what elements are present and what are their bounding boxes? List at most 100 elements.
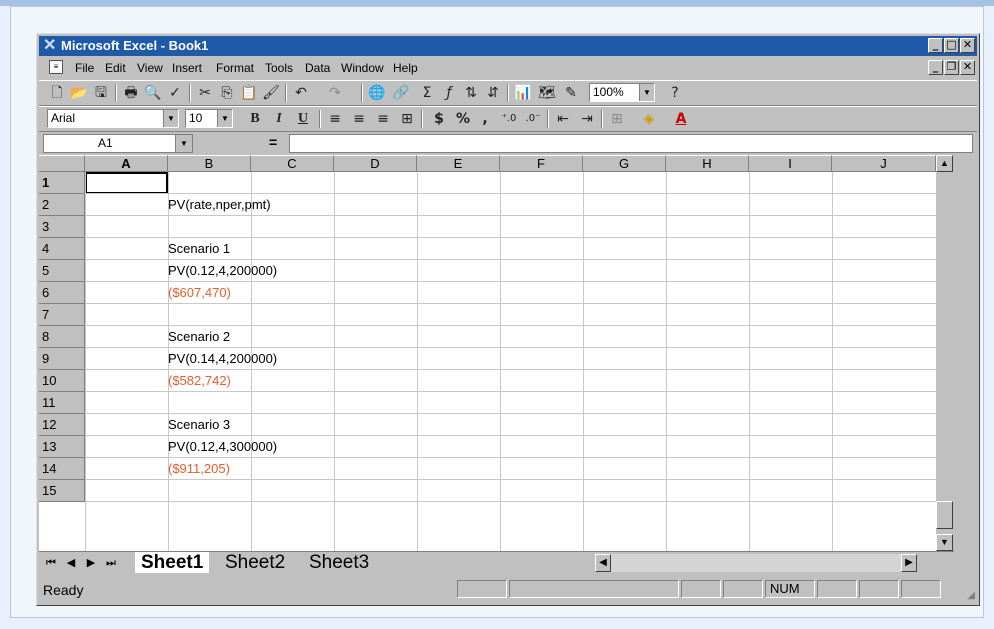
- row-header-13[interactable]: 13: [39, 436, 85, 458]
- last-sheet-icon[interactable]: ⏭: [103, 555, 119, 571]
- column-header-d[interactable]: D: [334, 155, 417, 172]
- tab-sheet1[interactable]: Sheet1: [135, 552, 210, 573]
- open-icon[interactable]: 📂: [69, 83, 89, 103]
- column-header-g[interactable]: G: [583, 155, 666, 172]
- horizontal-scroll-track[interactable]: [611, 554, 901, 572]
- currency-button[interactable]: $: [429, 109, 449, 129]
- menu-edit[interactable]: Edit: [105, 61, 126, 75]
- spreadsheet-grid[interactable]: A B C D E F G H I J 1 2 3 4 5 6 7 8 9 10 11 12 13 14 1…: [39, 155, 936, 551]
- previous-sheet-icon[interactable]: ◀: [63, 555, 79, 571]
- column-header-e[interactable]: E: [417, 155, 500, 172]
- print-icon[interactable]: 🖶: [121, 83, 141, 103]
- decrease-indent-icon[interactable]: ⇤: [553, 109, 573, 129]
- menu-window[interactable]: Window: [341, 61, 384, 75]
- paste-icon[interactable]: 📋: [239, 83, 259, 103]
- row-header-11[interactable]: 11: [39, 392, 85, 414]
- web-toolbar-icon[interactable]: 🌐: [367, 83, 387, 103]
- font-size-select[interactable]: 10 ▼: [185, 109, 233, 128]
- column-header-b[interactable]: B: [168, 155, 251, 172]
- vertical-scrollbar[interactable]: ▲ ▼: [936, 155, 953, 551]
- sort-descending-icon[interactable]: ⇵: [483, 83, 503, 103]
- text-cell[interactable]: PV(0.12,4,200000): [168, 260, 277, 282]
- row-header-12[interactable]: 12: [39, 414, 85, 436]
- text-cell[interactable]: Scenario 1: [168, 238, 230, 260]
- menu-data[interactable]: Data: [305, 61, 330, 75]
- zoom-select[interactable]: 100% ▼: [589, 83, 655, 102]
- column-header-c[interactable]: C: [251, 155, 334, 172]
- row-header-7[interactable]: 7: [39, 304, 85, 326]
- row-header-9[interactable]: 9: [39, 348, 85, 370]
- office-assistant-icon[interactable]: ?: [665, 83, 685, 103]
- tab-sheet3[interactable]: Sheet3: [309, 552, 369, 573]
- row-header-2[interactable]: 2: [39, 194, 85, 216]
- new-icon[interactable]: 🗋: [47, 83, 67, 103]
- increase-indent-icon[interactable]: ⇥: [577, 109, 597, 129]
- close-button[interactable]: ✕: [960, 38, 975, 53]
- menu-view[interactable]: View: [137, 61, 163, 75]
- row-header-4[interactable]: 4: [39, 238, 85, 260]
- percent-button[interactable]: %: [453, 109, 473, 129]
- column-header-i[interactable]: I: [749, 155, 832, 172]
- comma-button[interactable]: ,: [475, 109, 495, 129]
- chart-wizard-icon[interactable]: 📊: [513, 83, 533, 103]
- print-preview-icon[interactable]: 🔍: [143, 83, 163, 103]
- italic-button[interactable]: I: [269, 109, 289, 129]
- cut-icon[interactable]: ✂: [195, 83, 215, 103]
- font-color-icon[interactable]: A: [671, 109, 691, 129]
- drawing-icon[interactable]: ✎: [561, 83, 581, 103]
- row-header-10[interactable]: 10: [39, 370, 85, 392]
- scroll-right-icon[interactable]: ▶: [901, 554, 917, 572]
- scroll-left-icon[interactable]: ◀: [595, 554, 611, 572]
- text-cell[interactable]: PV(0.14,4,200000): [168, 348, 277, 370]
- function-icon[interactable]: ƒ: [439, 83, 459, 103]
- redo-icon[interactable]: ↷: [325, 83, 345, 103]
- row-header-5[interactable]: 5: [39, 260, 85, 282]
- column-header-h[interactable]: H: [666, 155, 749, 172]
- next-sheet-icon[interactable]: ▶: [83, 555, 99, 571]
- borders-icon[interactable]: ⊞: [607, 109, 627, 129]
- underline-button[interactable]: U: [293, 109, 313, 129]
- column-header-j[interactable]: J: [832, 155, 936, 172]
- menu-tools[interactable]: Tools: [265, 61, 293, 75]
- text-cell[interactable]: Scenario 2: [168, 326, 230, 348]
- hyperlink-icon[interactable]: 🔗: [391, 83, 411, 103]
- row-header-8[interactable]: 8: [39, 326, 85, 348]
- align-right-icon[interactable]: ≡: [373, 109, 393, 129]
- row-header-15[interactable]: 15: [39, 480, 85, 502]
- select-all-corner[interactable]: [39, 155, 85, 172]
- scroll-down-icon[interactable]: ▼: [936, 534, 953, 551]
- menu-format[interactable]: Format: [216, 61, 254, 75]
- copy-icon[interactable]: ⎘: [217, 83, 237, 103]
- text-cell[interactable]: Scenario 3: [168, 414, 230, 436]
- active-cell[interactable]: [85, 172, 168, 194]
- edit-formula-button[interactable]: =: [269, 134, 277, 150]
- column-header-f[interactable]: F: [500, 155, 583, 172]
- doc-close-button[interactable]: ✕: [960, 60, 975, 75]
- formula-input[interactable]: [289, 134, 973, 153]
- doc-restore-button[interactable]: ❐: [944, 60, 959, 75]
- merge-center-icon[interactable]: ⊞: [397, 109, 417, 129]
- name-box[interactable]: A1 ▼: [43, 134, 193, 153]
- chevron-down-icon[interactable]: ▼: [175, 135, 192, 152]
- chevron-down-icon[interactable]: ▼: [217, 110, 232, 127]
- fill-color-icon[interactable]: ◈: [639, 109, 659, 129]
- align-left-icon[interactable]: ≡: [325, 109, 345, 129]
- row-header-1[interactable]: 1: [39, 172, 85, 194]
- align-center-icon[interactable]: ≡: [349, 109, 369, 129]
- format-painter-icon[interactable]: 🖌: [261, 83, 281, 103]
- autosum-icon[interactable]: Σ: [417, 83, 437, 103]
- scroll-up-icon[interactable]: ▲: [936, 155, 953, 172]
- map-icon[interactable]: 🗺: [537, 83, 557, 103]
- chevron-down-icon[interactable]: ▼: [163, 110, 178, 127]
- pv-result-cell[interactable]: ($582,742): [168, 370, 231, 392]
- first-sheet-icon[interactable]: ⏮: [43, 555, 59, 571]
- font-select[interactable]: Arial ▼: [47, 109, 179, 128]
- document-icon[interactable]: ≡: [49, 60, 63, 74]
- text-cell[interactable]: PV(0.12,4,300000): [168, 436, 277, 458]
- row-header-6[interactable]: 6: [39, 282, 85, 304]
- menu-file[interactable]: File: [75, 61, 94, 75]
- save-icon[interactable]: 🖫: [91, 83, 111, 103]
- pv-result-cell[interactable]: ($607,470): [168, 282, 231, 304]
- spelling-icon[interactable]: ✓: [165, 83, 185, 103]
- excel-app-icon[interactable]: ✕: [43, 37, 56, 55]
